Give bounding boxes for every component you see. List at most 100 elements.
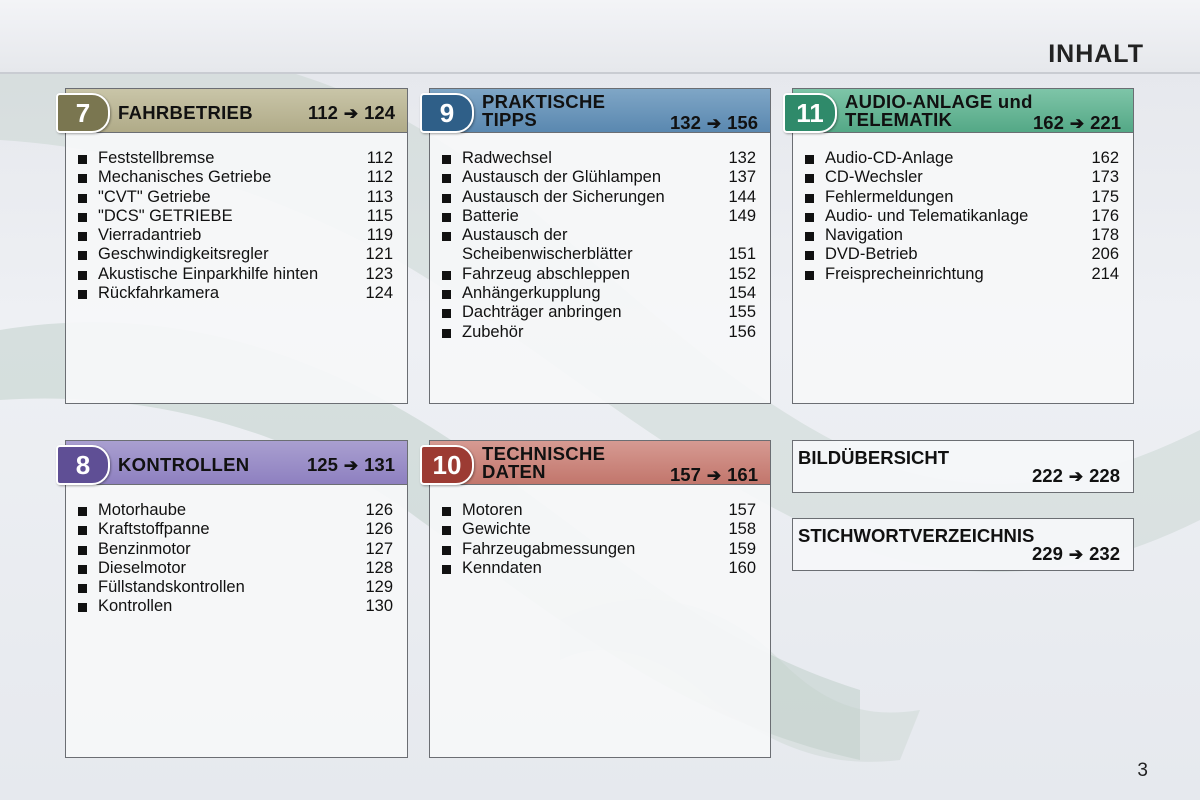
chapter-10-range: 157 ➔ 161 — [670, 464, 758, 485]
list-item[interactable]: Vierradantrieb 119 — [76, 226, 395, 245]
list-item[interactable]: Audio- und Telematikanlage 176 — [803, 207, 1121, 226]
chapter-7-box: 7 FAHRBETRIEB 112 ➔ 124 Feststellbremse 112… — [56, 88, 408, 404]
bullet-icon — [442, 212, 451, 222]
list-item[interactable]: Benzinmotor 127 — [76, 540, 395, 559]
bullet-icon — [78, 174, 87, 184]
chapter-10-number-tab: 10 — [420, 445, 474, 485]
bilduebersicht-box[interactable]: BILDÜBERSICHT 222 ➔ 228 — [792, 440, 1134, 493]
stichwortverzeichnis-title: STICHWORTVERZEICHNIS — [798, 525, 1035, 546]
list-item[interactable]: Austausch der Sicherungen 144 — [440, 188, 758, 207]
list-item[interactable]: Navigation 178 — [803, 226, 1121, 245]
bullet-icon — [78, 507, 87, 516]
bullet-icon — [442, 545, 451, 555]
bullet-icon — [805, 212, 814, 222]
bullet-icon — [78, 155, 87, 164]
bullet-icon — [442, 526, 451, 536]
chapter-10-header[interactable]: 10 TECHNISCHE DATEN 157 ➔ 161 — [420, 441, 770, 485]
list-item[interactable]: Kenndaten 160 — [440, 559, 758, 578]
chapter-10-title: TECHNISCHE DATEN — [482, 443, 606, 482]
chapter-8-range: 125 ➔ 131 — [307, 454, 395, 475]
list-item[interactable]: Motoren 157 — [440, 501, 758, 520]
list-item[interactable]: Dieselmotor 128 — [76, 559, 395, 578]
list-item[interactable]: Audio-CD-Anlage 162 — [803, 149, 1121, 168]
list-item[interactable]: Fahrzeug abschleppen 152 — [440, 265, 758, 284]
chapter-9-range: 132 ➔ 156 — [670, 112, 758, 133]
chapter-9-title: PRAKTISCHE TIPPS — [482, 91, 606, 130]
bullet-icon — [805, 232, 814, 242]
chapter-10-box: 10 TECHNISCHE DATEN 157 ➔ 161 Motoren 157 Ge… — [420, 440, 771, 758]
chapter-8-list: Motorhaube 126 Kraftstoffpanne 126 Benzinm… — [66, 485, 407, 617]
bullet-icon — [78, 584, 87, 594]
chapter-8-header[interactable]: 8 KONTROLLEN 125 ➔ 131 — [56, 441, 407, 485]
chapter-11-header[interactable]: 11 AUDIO-ANLAGE und TELEMATIK 162 ➔ 221 — [783, 89, 1133, 133]
chapter-9-box: 9 PRAKTISCHE TIPPS 132 ➔ 156 Radwechsel 132 … — [420, 88, 771, 404]
list-item[interactable]: DVD-Betrieb 206 — [803, 245, 1121, 264]
list-item[interactable]: Mechanisches Getriebe 112 — [76, 168, 395, 187]
list-item[interactable]: Zubehör 156 — [440, 323, 758, 342]
chapter-8-number-tab: 8 — [56, 445, 110, 485]
arrow-right-icon: ➔ — [1069, 114, 1085, 133]
chapter-7-range: 112 ➔ 124 — [308, 102, 395, 123]
chapter-11-list: Audio-CD-Anlage 162 CD-Wechsler 173 Fehler… — [793, 133, 1133, 284]
bullet-icon — [805, 155, 814, 164]
chapter-9-number-tab: 9 — [420, 93, 474, 133]
list-item[interactable]: Feststellbremse 112 — [76, 149, 395, 168]
stichwortverzeichnis-box[interactable]: STICHWORTVERZEICHNIS 229 ➔ 232 — [792, 518, 1134, 571]
bullet-icon — [442, 564, 451, 574]
chapter-10-list: Motoren 157 Gewichte 158 Fahrzeugabmessung… — [430, 485, 770, 578]
bullet-icon — [442, 270, 451, 280]
page-title: INHALT — [1048, 40, 1144, 68]
arrow-right-icon: ➔ — [343, 456, 359, 475]
list-item[interactable]: Kontrollen 130 — [76, 597, 395, 616]
list-item[interactable]: Freisprecheinrichtung 214 — [803, 265, 1121, 284]
list-item[interactable]: Radwechsel 132 — [440, 149, 758, 168]
chapter-7-number-tab: 7 — [56, 93, 110, 133]
bilduebersicht-range: 222 ➔ 228 — [1032, 465, 1120, 486]
header-band — [0, 0, 1200, 74]
arrow-right-icon: ➔ — [706, 114, 722, 133]
list-item[interactable]: Austausch der Glühlampen 137 — [440, 168, 758, 187]
list-item[interactable]: "DCS" GETRIEBE 115 — [76, 207, 395, 226]
list-item[interactable]: Fehlermeldungen 175 — [803, 188, 1121, 207]
chapter-7-title: FAHRBETRIEB — [118, 102, 253, 123]
bullet-icon — [78, 193, 87, 203]
list-item[interactable]: Rückfahrkamera 124 — [76, 284, 395, 303]
list-item[interactable]: Gewichte 158 — [440, 520, 758, 539]
arrow-right-icon: ➔ — [1068, 545, 1084, 564]
list-item[interactable]: Motorhaube 126 — [76, 501, 395, 520]
list-item[interactable]: CD-Wechsler 173 — [803, 168, 1121, 187]
bullet-icon — [805, 174, 814, 184]
bullet-icon — [78, 603, 87, 613]
list-item[interactable]: Akustische Einparkhilfe hinten 123 — [76, 265, 395, 284]
list-item[interactable]: Anhängerkupplung 154 — [440, 284, 758, 303]
chapter-9-header[interactable]: 9 PRAKTISCHE TIPPS 132 ➔ 156 — [420, 89, 770, 133]
bullet-icon — [78, 232, 87, 242]
bullet-icon — [442, 174, 451, 184]
page-number: 3 — [1137, 760, 1148, 781]
list-item[interactable]: Kraftstoffpanne 126 — [76, 520, 395, 539]
list-item[interactable]: Dachträger anbringen 155 — [440, 303, 758, 322]
list-item[interactable]: Fahrzeugabmessungen 159 — [440, 540, 758, 559]
stichwortverzeichnis-range: 229 ➔ 232 — [1032, 543, 1120, 564]
list-item[interactable]: Batterie 149 — [440, 207, 758, 226]
bullet-icon — [78, 526, 87, 536]
list-item[interactable]: Austausch der — [440, 226, 758, 245]
bullet-icon — [78, 212, 87, 222]
list-item[interactable]: Füllstandskontrollen 129 — [76, 578, 395, 597]
list-item[interactable]: Geschwindigkeitsregler 121 — [76, 245, 395, 264]
bullet-icon — [442, 328, 451, 338]
bullet-icon — [805, 251, 814, 261]
chapter-7-list: Feststellbremse 112 Mechanisches Getriebe… — [66, 133, 407, 303]
chapter-7-header[interactable]: 7 FAHRBETRIEB 112 ➔ 124 — [56, 89, 407, 133]
bullet-icon — [78, 251, 87, 261]
arrow-right-icon: ➔ — [1068, 467, 1084, 486]
bullet-icon — [78, 290, 87, 300]
list-item[interactable]: "CVT" Getriebe 113 — [76, 188, 395, 207]
bullet-icon — [805, 193, 814, 203]
bullet-icon — [78, 564, 87, 574]
chapter-11-title: AUDIO-ANLAGE und TELEMATIK — [845, 91, 1033, 130]
chapter-9-list: Radwechsel 132 Austausch der Glühlampen 13… — [430, 133, 770, 342]
chapter-8-title: KONTROLLEN — [118, 454, 250, 475]
list-item-continuation[interactable]: Scheibenwischerblätter 151 — [440, 245, 758, 264]
bullet-icon — [78, 545, 87, 555]
